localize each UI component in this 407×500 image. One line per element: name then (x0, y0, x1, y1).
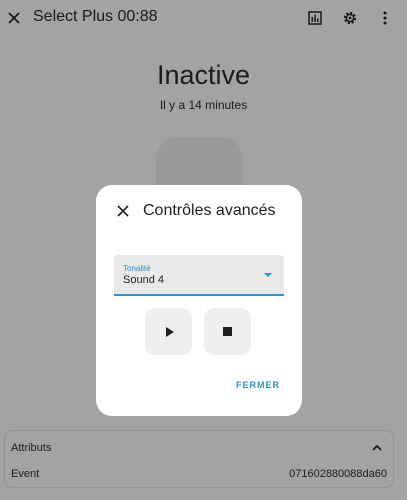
last-changed: Il y a 14 minutes (159, 98, 248, 112)
attributes-panel: Attributs Event 071602880088da60 (4, 430, 394, 488)
advanced-controls-dialog: Contrôles avancés Tonalité Sound 4 FERME… (96, 185, 302, 416)
close-button[interactable]: FERMER (236, 380, 280, 390)
tone-select-label: Tonalité (123, 264, 151, 273)
tone-select[interactable]: Tonalité Sound 4 (114, 255, 284, 296)
close-icon[interactable] (4, 7, 24, 29)
stop-icon (223, 327, 232, 336)
dropdown-arrow-icon (264, 273, 272, 277)
dots-vertical-icon[interactable] (374, 7, 396, 29)
attribute-key: Event (11, 468, 40, 480)
chart-box-icon[interactable] (304, 7, 326, 29)
close-icon[interactable] (116, 204, 130, 218)
stop-button[interactable] (204, 308, 251, 355)
dialog-title: Contrôles avancés (143, 202, 276, 219)
page-title: Select Plus 00:88 (33, 8, 158, 25)
entity-state: Inactive (156, 60, 251, 90)
play-button[interactable] (145, 308, 192, 355)
attribute-value: 071602880088da60 (289, 468, 387, 480)
top-bar: Select Plus 00:88 (0, 0, 407, 36)
chevron-up-icon[interactable] (370, 441, 384, 455)
attributes-title: Attributs (11, 442, 52, 454)
gear-icon[interactable] (339, 7, 361, 29)
tone-select-value: Sound 4 (123, 274, 164, 286)
play-icon (165, 326, 174, 337)
